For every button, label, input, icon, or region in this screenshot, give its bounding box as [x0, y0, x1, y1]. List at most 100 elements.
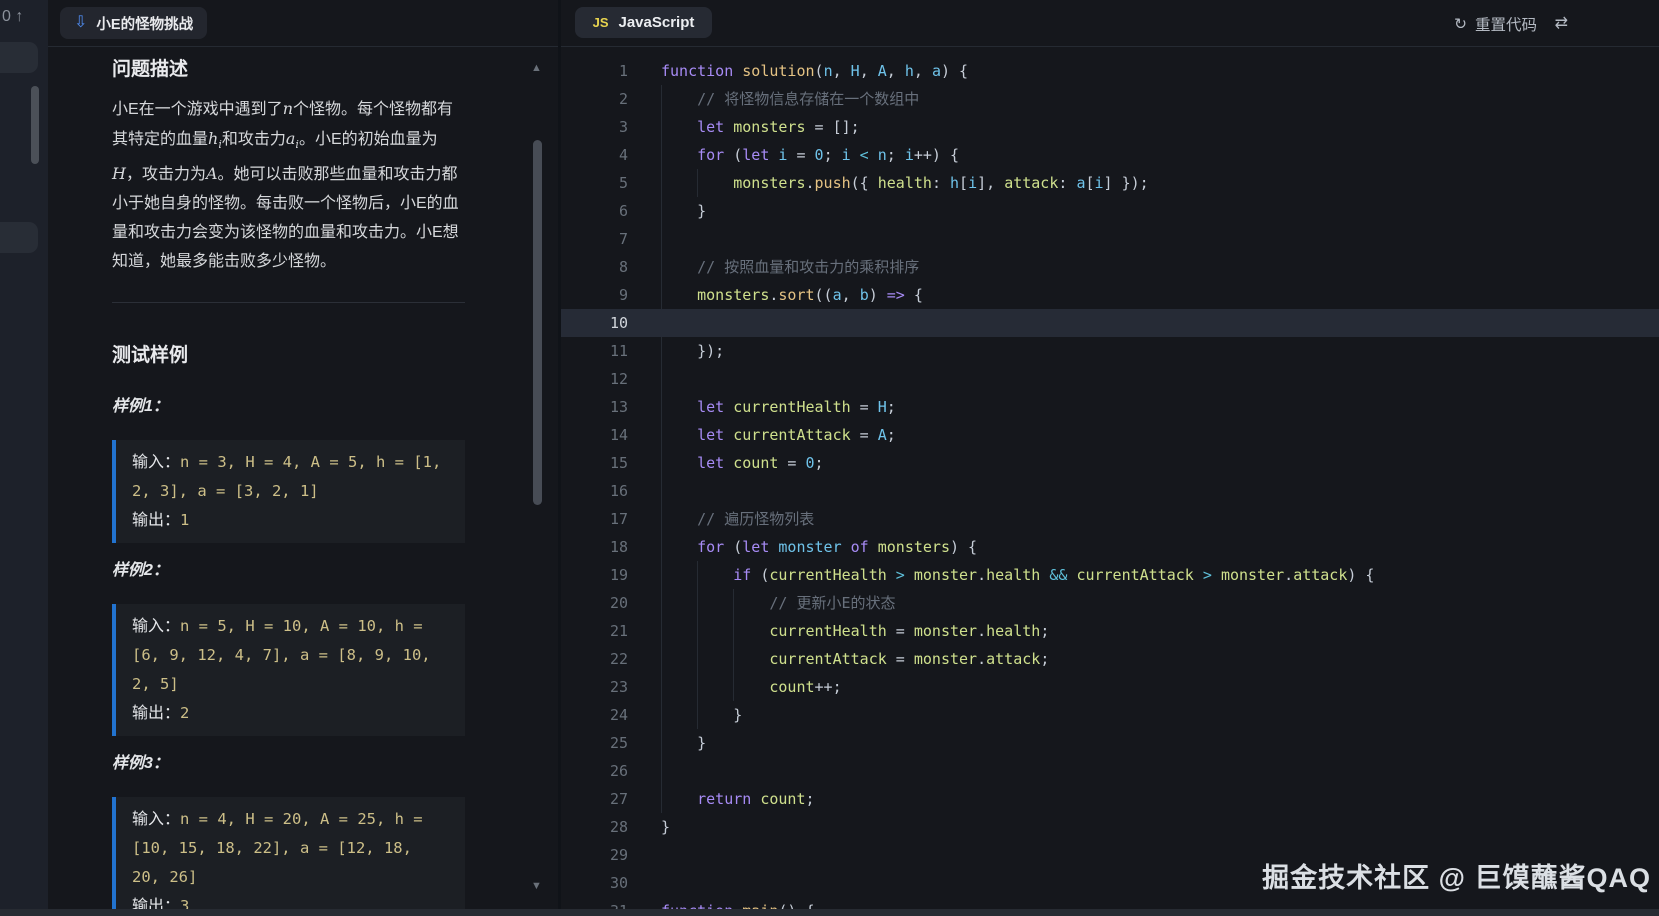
code-line: 8 // 按照血量和攻击力的乘积排序 [561, 253, 1659, 281]
indent-guide [661, 365, 662, 393]
sample-label: 样例3： [112, 749, 465, 773]
line-number: 10 [561, 309, 628, 337]
line-number: 6 [561, 197, 628, 225]
samples: 样例1： 输入：n = 3, H = 4, A = 5, h = [1, 2, 3… [112, 392, 465, 916]
line-number: 3 [561, 113, 628, 141]
code-line: 24 } [561, 701, 1659, 729]
line-number: 15 [561, 449, 628, 477]
line-number: 23 [561, 673, 628, 701]
code-line: 27 return count; [561, 785, 1659, 813]
code-text: count++; [661, 673, 842, 701]
line-number: 5 [561, 169, 628, 197]
code-line: 9 monsters.sort((a, b) => { [561, 281, 1659, 309]
code-line: 23 count++; [561, 673, 1659, 701]
line-number: 26 [561, 757, 628, 785]
line-number: 27 [561, 785, 628, 813]
code-line: 26 [561, 757, 1659, 785]
line-number: 25 [561, 729, 628, 757]
code-text: monsters.sort((a, b) => { [661, 281, 923, 309]
app-window: 0 ↑ ⇩ 小E的怪物挑战 问题描述 小E在一个游戏中遇到了n个怪物。每个怪物都… [0, 0, 1659, 916]
problem-scrollbar[interactable] [533, 140, 542, 505]
code-line: 25 } [561, 729, 1659, 757]
problem-description: 小E在一个游戏中遇到了n个怪物。每个怪物都有其特定的血量hi和攻击力ai。小E的… [112, 94, 460, 276]
code-line: 22 currentAttack = monster.attack; [561, 645, 1659, 673]
tab-javascript[interactable]: JS JavaScript [575, 7, 712, 38]
vote-counter: 0 ↑ [2, 8, 23, 26]
sample-label: 样例1： [112, 392, 465, 416]
code-line: 28} [561, 813, 1659, 841]
math-variable: n [283, 99, 293, 118]
sample-box: 输入：n = 3, H = 4, A = 5, h = [1, 2, 3], a… [112, 440, 465, 543]
code-text: let currentAttack = A; [661, 421, 896, 449]
code-text: for (let monster of monsters) { [661, 533, 977, 561]
code-text: let monsters = []; [661, 113, 860, 141]
js-badge-icon: JS [593, 15, 609, 30]
code-line: 17 // 遍历怪物列表 [561, 505, 1659, 533]
code-line: 13 let currentHealth = H; [561, 393, 1659, 421]
watermark: 掘金技术社区 @ 巨馍蘸酱QAQ [1262, 856, 1651, 895]
code-text: currentAttack = monster.attack; [661, 645, 1049, 673]
code-editor[interactable]: 1 function solution(n, H, A, h, a) { 2 // … [561, 57, 1659, 916]
code-line: 12 [561, 365, 1659, 393]
code-text: for (let i = 0; i < n; i++) { [661, 141, 959, 169]
code-line: 5 monsters.push({ health: h[i], attack: … [561, 169, 1659, 197]
rail-button-bottom[interactable] [0, 222, 38, 253]
code-text: } [661, 701, 742, 729]
left-rail: 0 ↑ [0, 0, 48, 916]
code-line: 20 // 更新小E的状态 [561, 589, 1659, 617]
code-text: return count; [661, 785, 815, 813]
line-number: 22 [561, 645, 628, 673]
line-number: 13 [561, 393, 628, 421]
reset-code-button[interactable]: ↻ 重置代码 [1454, 13, 1537, 35]
code-line: 15 let count = 0; [561, 449, 1659, 477]
line-number: 1 [561, 57, 628, 85]
problem-title-pill[interactable]: ⇩ 小E的怪物挑战 [60, 7, 207, 39]
line-number: 8 [561, 253, 628, 281]
code-text: } [661, 729, 706, 757]
line-number: 21 [561, 617, 628, 645]
line-number: 9 [561, 281, 628, 309]
code-line: 1 function solution(n, H, A, h, a) { [561, 57, 1659, 85]
code-line: 16 [561, 477, 1659, 505]
line-number: 18 [561, 533, 628, 561]
code-line: 7 [561, 225, 1659, 253]
collapse-up-icon[interactable]: ▲ [531, 62, 542, 74]
line-number: 17 [561, 505, 628, 533]
line-number: 29 [561, 841, 628, 869]
code-text: // 将怪物信息存储在一个数组中 [661, 85, 919, 113]
code-text: let count = 0; [661, 449, 824, 477]
sample-box: 输入：n = 5, H = 10, A = 10, h = [6, 9, 12,… [112, 604, 465, 736]
collapse-down-icon[interactable]: ▼ [531, 880, 542, 892]
code-line: 6 } [561, 197, 1659, 225]
line-number: 30 [561, 869, 628, 897]
rail-button-top[interactable] [0, 42, 38, 73]
code-text: function solution(n, H, A, h, a) { [661, 57, 968, 85]
code-text: } [661, 813, 670, 841]
line-number: 14 [561, 421, 628, 449]
code-line: 10 [561, 309, 1659, 337]
rail-scrollbar[interactable] [31, 86, 39, 164]
code-text: if (currentHealth > monster.health && cu… [661, 561, 1374, 589]
section-divider [112, 302, 465, 303]
code-text: currentHealth = monster.health; [661, 617, 1049, 645]
topbar-divider [48, 46, 1659, 47]
download-icon: ⇩ [74, 15, 87, 31]
code-text: monsters.push({ health: h[i], attack: a[… [661, 169, 1149, 197]
sample-box: 输入：n = 4, H = 20, A = 25, h = [10, 15, 1… [112, 797, 465, 916]
line-number: 20 [561, 589, 628, 617]
code-line: 19 if (currentHealth > monster.health &&… [561, 561, 1659, 589]
bottom-scrollbar-track[interactable] [0, 909, 1659, 916]
section-samples-title: 测试样例 [112, 340, 188, 367]
math-variable: ai [286, 129, 299, 148]
indent-guide [661, 225, 662, 253]
swap-layout-icon[interactable]: ⇄ [1555, 13, 1568, 33]
line-number: 16 [561, 477, 628, 505]
code-line: 3 let monsters = []; [561, 113, 1659, 141]
code-line: 4 for (let i = 0; i < n; i++) { [561, 141, 1659, 169]
code-line: 21 currentHealth = monster.health; [561, 617, 1659, 645]
section-description-title: 问题描述 [112, 54, 188, 81]
line-number: 2 [561, 85, 628, 113]
line-number: 28 [561, 813, 628, 841]
line-number: 24 [561, 701, 628, 729]
reset-code-label: 重置代码 [1475, 13, 1537, 35]
